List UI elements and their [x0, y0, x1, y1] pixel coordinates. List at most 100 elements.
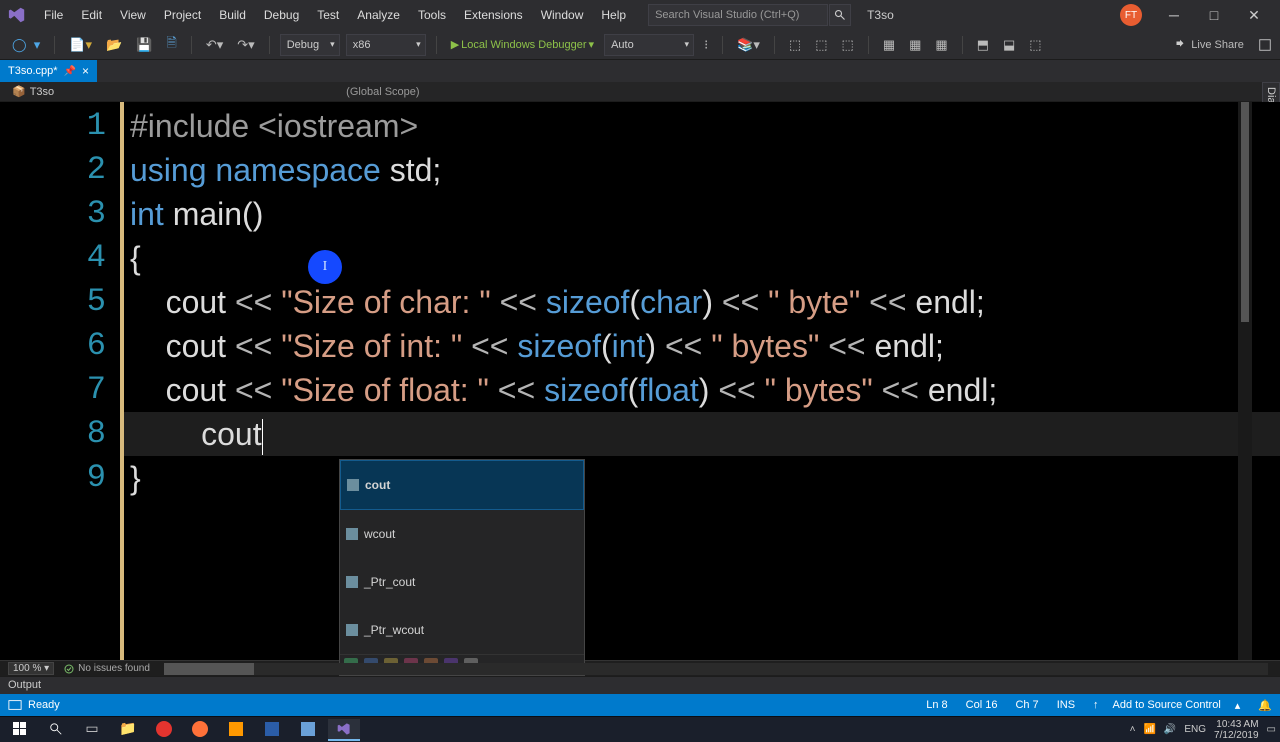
- menu-project[interactable]: Project: [156, 4, 209, 26]
- active-tab[interactable]: T3so.cpp* 📌 ×: [0, 60, 97, 82]
- menu-test[interactable]: Test: [309, 4, 347, 26]
- scrollbar-thumb[interactable]: [1241, 102, 1249, 322]
- explorer-icon[interactable]: 📁: [112, 719, 144, 741]
- firefox-icon[interactable]: [184, 719, 216, 741]
- document-tabs: T3so.cpp* 📌 ×: [0, 60, 1280, 82]
- tb-icon-8[interactable]: ⬒: [973, 35, 993, 55]
- code-line-7: cout << "Size of float: " << sizeof(floa…: [124, 368, 1280, 412]
- search-input[interactable]: Search Visual Studio (Ctrl+Q): [648, 4, 828, 26]
- status-ins: INS: [1057, 699, 1075, 711]
- tb-icon-5[interactable]: ▦: [879, 35, 899, 55]
- code-editor[interactable]: 1 2 3 4 5 6 7 8 9 #include <iostream> us…: [0, 102, 1280, 660]
- intellisense-item[interactable]: _Ptr_cout: [340, 558, 584, 606]
- dev-icon[interactable]: [256, 719, 288, 741]
- menu-analyze[interactable]: Analyze: [349, 4, 408, 26]
- project-name-label: T3so: [867, 8, 894, 22]
- menu-view[interactable]: View: [112, 4, 154, 26]
- system-tray: ˄ 📶 🔊 ENG 10:43 AM 7/12/2019 ▭: [1130, 719, 1276, 741]
- tb-icon-9[interactable]: ⬓: [999, 35, 1019, 55]
- code-pane[interactable]: #include <iostream> using namespace std;…: [120, 102, 1280, 660]
- status-col: Col 16: [966, 699, 998, 711]
- save-button[interactable]: 💾: [132, 35, 156, 55]
- tray-lang[interactable]: ENG: [1184, 724, 1206, 735]
- tb-icon-2[interactable]: ⬚: [785, 35, 805, 55]
- start-button[interactable]: [4, 719, 36, 741]
- app-icon[interactable]: [292, 719, 324, 741]
- minimize-button[interactable]: ─: [1154, 2, 1194, 28]
- sublime-icon[interactable]: [220, 719, 252, 741]
- opera-icon[interactable]: [148, 719, 180, 741]
- new-button[interactable]: 📄▾: [65, 35, 96, 55]
- close-button[interactable]: ✕: [1234, 2, 1274, 28]
- source-control-button[interactable]: ↑ Add to Source Control ▴: [1093, 699, 1240, 712]
- menu-build[interactable]: Build: [211, 4, 254, 26]
- tb-misc1[interactable]: ⁝: [700, 35, 712, 55]
- code-line-5: cout << "Size of char: " << sizeof(char)…: [124, 280, 1280, 324]
- horizontal-scrollbar[interactable]: [164, 663, 1268, 675]
- output-panel-tab[interactable]: Output: [0, 676, 1280, 694]
- code-line-3: int main(): [124, 192, 1280, 236]
- intellisense-item[interactable]: wcout: [340, 510, 584, 558]
- tb-icon-7[interactable]: ▦: [931, 35, 951, 55]
- notifications-icon[interactable]: 🔔: [1258, 699, 1272, 712]
- vs-logo-icon: [6, 4, 28, 26]
- code-line-2: using namespace std;: [124, 148, 1280, 192]
- window-controls: ─ □ ✕: [1154, 2, 1274, 28]
- menu-extensions[interactable]: Extensions: [456, 4, 531, 26]
- nav-back-button[interactable]: ◯ ▾: [8, 35, 44, 55]
- tb-icon-10[interactable]: ⬚: [1025, 35, 1045, 55]
- nav-bar: 📦 T3so (Global Scope): [0, 82, 1280, 102]
- intellisense-popup[interactable]: cout wcout _Ptr_cout _Ptr_wcout: [339, 459, 585, 676]
- start-debug-button[interactable]: ▶ Local Windows Debugger ▾: [447, 36, 598, 53]
- pin-icon[interactable]: 📌: [64, 66, 76, 77]
- menu-edit[interactable]: Edit: [73, 4, 110, 26]
- visualstudio-taskbar-icon[interactable]: [328, 719, 360, 741]
- config-dropdown[interactable]: Debug: [280, 34, 340, 56]
- search-taskbar-icon[interactable]: [40, 719, 72, 741]
- code-line-1: #include <iostream>: [124, 104, 1280, 148]
- code-line-4: {: [124, 236, 1280, 280]
- menu-bar: File Edit View Project Build Debug Test …: [0, 0, 1280, 30]
- intellisense-item[interactable]: _Ptr_wcout: [340, 606, 584, 654]
- save-all-button[interactable]: 🗎: [162, 32, 180, 58]
- scope-dropdown[interactable]: (Global Scope): [340, 86, 620, 98]
- vertical-scrollbar[interactable]: [1238, 102, 1252, 660]
- platform-dropdown[interactable]: x86: [346, 34, 426, 56]
- blank-task-icon[interactable]: [364, 719, 396, 741]
- tab-close-button[interactable]: ×: [82, 64, 89, 78]
- tb-icon-6[interactable]: ▦: [905, 35, 925, 55]
- redo-button[interactable]: ↷▾: [233, 35, 258, 55]
- menu-file[interactable]: File: [36, 4, 71, 26]
- scrollbar-thumb[interactable]: [164, 663, 254, 675]
- tray-chevron-icon[interactable]: ˄: [1130, 724, 1136, 735]
- project-breadcrumb[interactable]: 📦 T3so: [6, 85, 60, 98]
- menu-debug[interactable]: Debug: [256, 4, 307, 26]
- code-line-8: cout: [124, 412, 1280, 456]
- tb-icon-4[interactable]: ⬚: [838, 35, 858, 55]
- maximize-button[interactable]: □: [1194, 2, 1234, 28]
- menu-help[interactable]: Help: [593, 4, 634, 26]
- main-toolbar: ◯ ▾ 📄▾ 📂 💾 🗎 ↶▾ ↷▾ Debug x86 ▶ Local Win…: [0, 30, 1280, 60]
- user-badge[interactable]: FT: [1120, 4, 1142, 26]
- tray-volume-icon[interactable]: 🔊: [1164, 724, 1176, 735]
- task-view-icon[interactable]: ▭: [76, 719, 108, 741]
- status-ch: Ch 7: [1015, 699, 1038, 711]
- zoom-dropdown[interactable]: 100 % ▾: [8, 662, 54, 675]
- undo-button[interactable]: ↶▾: [202, 35, 227, 55]
- tray-notifications-icon[interactable]: ▭: [1267, 724, 1276, 735]
- threads-dropdown[interactable]: Auto: [604, 34, 694, 56]
- search-icon[interactable]: [829, 4, 851, 26]
- live-share-button[interactable]: Live Share: [1173, 38, 1272, 52]
- tray-clock[interactable]: 10:43 AM 7/12/2019: [1214, 719, 1259, 741]
- window-icon: [8, 698, 22, 712]
- tb-icon-1[interactable]: 📚▾: [733, 35, 764, 55]
- tb-icon-3[interactable]: ⬚: [811, 35, 831, 55]
- issues-indicator[interactable]: No issues found: [64, 663, 150, 674]
- open-button[interactable]: 📂: [102, 35, 126, 55]
- intellisense-item[interactable]: cout: [340, 460, 584, 510]
- code-line-9: }: [124, 456, 1280, 500]
- tray-wifi-icon[interactable]: 📶: [1143, 724, 1155, 735]
- settings-icon[interactable]: [1258, 38, 1272, 52]
- menu-tools[interactable]: Tools: [410, 4, 454, 26]
- menu-window[interactable]: Window: [533, 4, 592, 26]
